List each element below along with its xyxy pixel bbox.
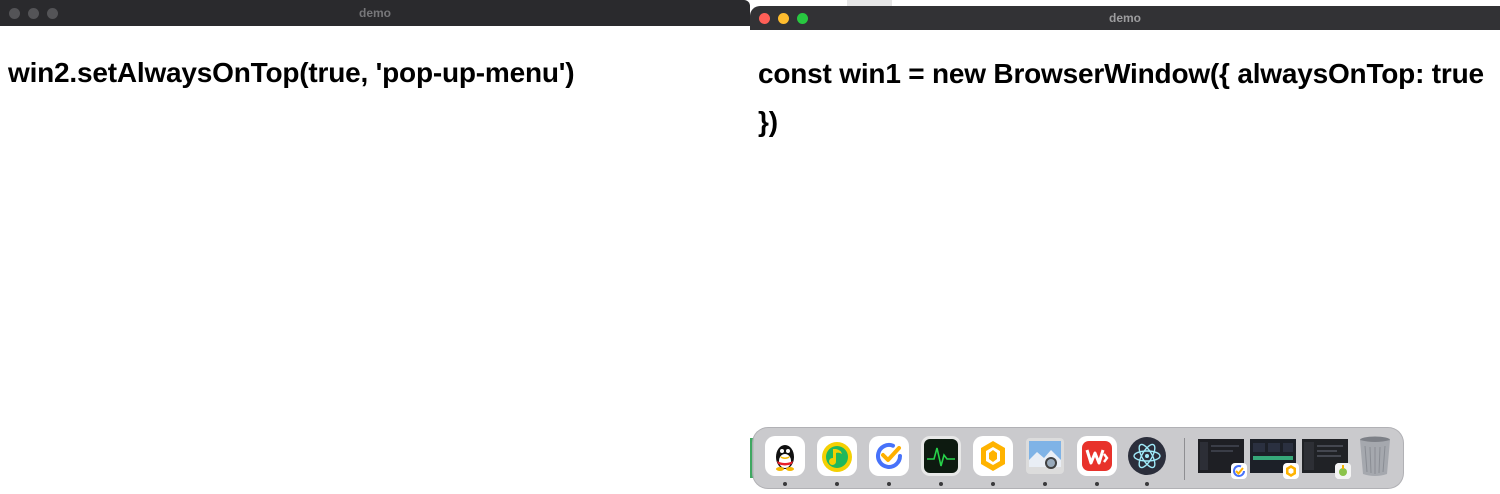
running-indicator [1043, 482, 1047, 486]
wps-office-icon[interactable] [1077, 436, 1117, 476]
traffic-lights [759, 6, 808, 30]
dock-separator [1184, 438, 1185, 480]
running-indicator [1095, 482, 1099, 486]
window-content-text: const win1 = new BrowserWindow({ alwaysO… [758, 58, 1484, 137]
traffic-lights [9, 0, 58, 26]
running-indicator [991, 482, 995, 486]
dock [752, 427, 1404, 489]
running-indicator [939, 482, 943, 486]
ant-app-icon [1283, 463, 1299, 479]
ticktick-icon [1231, 463, 1247, 479]
minimize-button[interactable] [28, 7, 39, 19]
trash-icon[interactable] [1357, 436, 1393, 476]
window-thumbnail-1[interactable] [1198, 439, 1247, 479]
running-indicator [835, 482, 839, 486]
window-thumbnail-2[interactable] [1250, 439, 1299, 479]
window-titlebar[interactable]: demo [0, 0, 750, 26]
qq-icon[interactable] [765, 436, 805, 476]
window-title: demo [1108, 11, 1141, 25]
app-badge-icon [1335, 463, 1351, 479]
running-indicator [1145, 482, 1149, 486]
window-thumbnail-3[interactable] [1302, 439, 1351, 479]
minimize-button[interactable] [778, 12, 789, 24]
preview-icon[interactable] [1025, 436, 1065, 476]
ant-app-icon[interactable] [973, 436, 1013, 476]
ticktick-icon[interactable] [869, 436, 909, 476]
zoom-button[interactable] [797, 12, 808, 24]
qq-music-icon[interactable] [817, 436, 857, 476]
running-indicator [783, 482, 787, 486]
window-win2[interactable]: demo win2.setAlwaysOnTop(true, 'pop-up-m… [0, 0, 750, 494]
window-content-text: win2.setAlwaysOnTop(true, 'pop-up-menu') [8, 57, 575, 88]
close-button[interactable] [759, 12, 770, 24]
zoom-button[interactable] [47, 7, 58, 19]
window-titlebar[interactable]: demo [750, 6, 1500, 30]
activity-monitor-icon[interactable] [921, 436, 961, 476]
electron-icon[interactable] [1127, 436, 1167, 476]
close-button[interactable] [9, 7, 20, 19]
running-indicator [887, 482, 891, 486]
window-title: demo [358, 6, 391, 20]
window-win1[interactable]: demo const win1 = new BrowserWindow({ al… [750, 6, 1500, 494]
